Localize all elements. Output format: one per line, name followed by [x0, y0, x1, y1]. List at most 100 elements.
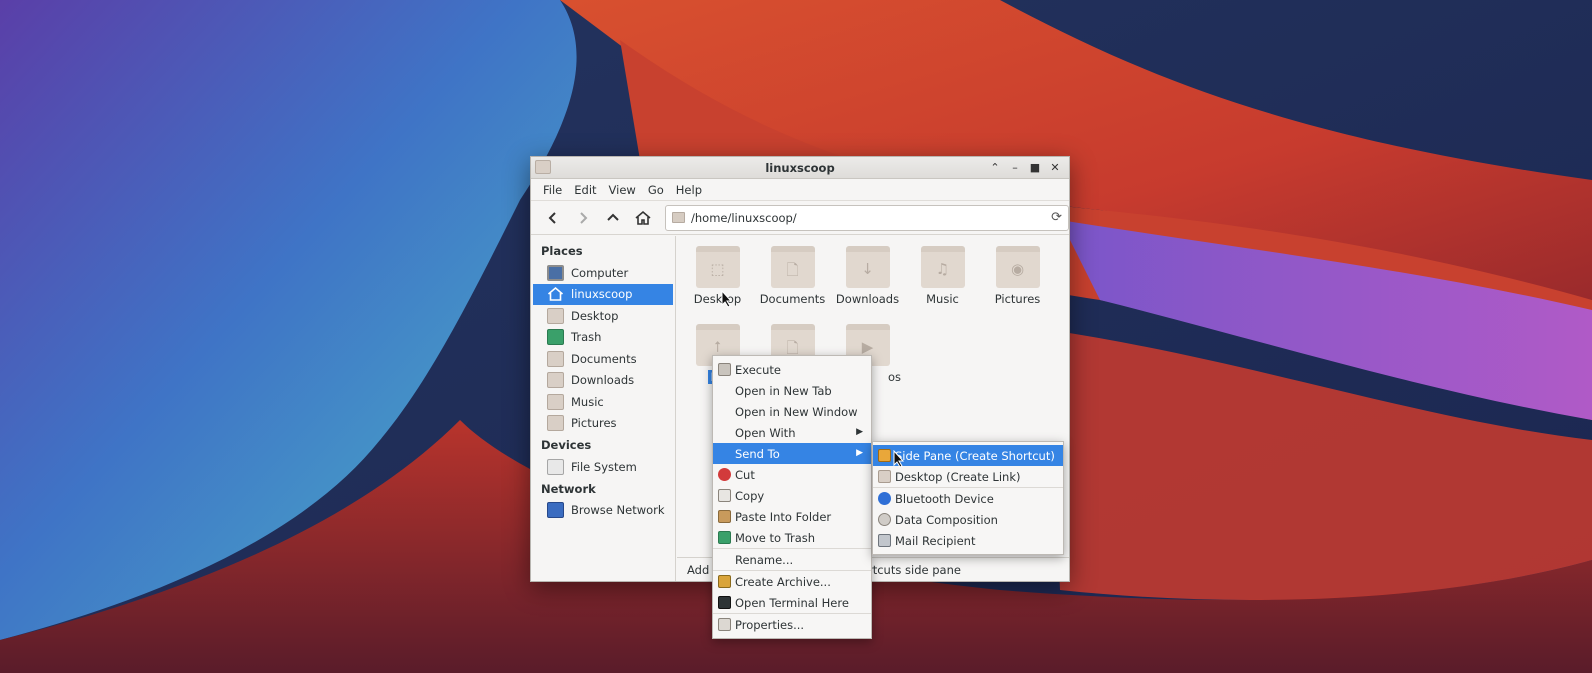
- menu-item-execute[interactable]: Execute: [713, 359, 871, 380]
- network-icon: [547, 502, 564, 519]
- menu-item-send-to[interactable]: Send To ▶: [713, 443, 871, 464]
- location-bar[interactable]: /home/linuxscoop/ ⟳: [665, 204, 1069, 231]
- location-path: /home/linuxscoop/: [691, 210, 797, 225]
- sidebar-item-browse-network[interactable]: Browse Network: [533, 500, 673, 522]
- menu-item-label: Paste Into Folder: [735, 509, 832, 524]
- menu-item-open-with[interactable]: Open With ▶: [713, 422, 871, 443]
- menu-go[interactable]: Go: [642, 183, 670, 197]
- sidebar-item-downloads[interactable]: Downloads: [533, 370, 673, 392]
- menu-item-label: Side Pane (Create Shortcut): [895, 448, 1055, 463]
- drive-icon: [547, 458, 564, 475]
- paste-icon: [718, 510, 731, 523]
- sidebar-heading-network: Network: [541, 481, 596, 496]
- menu-item-create-archive[interactable]: Create Archive...: [713, 571, 871, 592]
- submenu-arrow-icon: ▶: [856, 427, 863, 437]
- menu-item-label: Cut: [735, 467, 755, 482]
- menu-item-label: Copy: [735, 488, 765, 503]
- menu-item-label: Mail Recipient: [895, 533, 976, 548]
- menu-item-label: Move to Trash: [735, 530, 816, 545]
- menu-item-copy[interactable]: Copy: [713, 485, 871, 506]
- sidebar-item-music[interactable]: Music: [533, 391, 673, 413]
- sidebar-item-label: Computer: [571, 265, 629, 280]
- computer-icon: [547, 264, 564, 281]
- minimize-icon: –: [1012, 160, 1018, 174]
- file-item-desktop[interactable]: ⬚ Desktop: [680, 246, 755, 306]
- menu-item-rename[interactable]: Rename...: [713, 549, 871, 570]
- terminal-icon: [718, 596, 731, 609]
- menu-item-label: Open in New Tab: [735, 383, 832, 398]
- menu-item-label: Open With: [735, 425, 796, 440]
- sidebar-item-trash[interactable]: Trash: [533, 327, 673, 349]
- close-icon: ✕: [1050, 160, 1060, 174]
- archive-icon: [718, 575, 731, 588]
- folder-icon: ◉: [995, 246, 1040, 288]
- titlebar[interactable]: linuxscoop ⌃ – ■ ✕: [531, 157, 1069, 179]
- menu-item-open-new-tab[interactable]: Open in New Tab: [713, 380, 871, 401]
- menu-item-mail-recipient[interactable]: Mail Recipient: [873, 530, 1063, 551]
- file-label: Desktop: [693, 292, 742, 306]
- file-item-music[interactable]: ♫ Music: [905, 246, 980, 306]
- file-label: Music: [926, 292, 959, 306]
- sidebar-item-label: Documents: [571, 351, 637, 366]
- back-button[interactable]: [539, 205, 567, 231]
- context-menu: Execute Open in New Tab Open in New Wind…: [712, 355, 872, 639]
- close-button[interactable]: ✕: [1047, 159, 1063, 175]
- menu-item-paste-into-folder[interactable]: Paste Into Folder: [713, 506, 871, 527]
- menu-item-data-composition[interactable]: Data Composition: [873, 509, 1063, 530]
- menu-item-move-to-trash[interactable]: Move to Trash: [713, 527, 871, 548]
- forward-button[interactable]: [569, 205, 597, 231]
- sidebar-item-linuxscoop[interactable]: linuxscoop: [533, 283, 673, 305]
- minimize-button[interactable]: –: [1007, 159, 1023, 175]
- reload-icon[interactable]: ⟳: [1051, 210, 1062, 225]
- menu-file[interactable]: File: [537, 183, 568, 197]
- chevron-up-icon: [607, 213, 619, 221]
- folder-icon: [547, 415, 564, 432]
- copy-icon: [718, 489, 731, 502]
- sidebar-item-label: Trash: [571, 330, 602, 345]
- menu-item-label: Properties...: [735, 617, 805, 632]
- menu-item-label: Bluetooth Device: [895, 491, 994, 506]
- submenu-arrow-icon: ▶: [856, 448, 863, 458]
- sidebar-item-desktop[interactable]: Desktop: [533, 305, 673, 327]
- sidebar-item-label: File System: [571, 459, 637, 474]
- menubar: File Edit View Go Help: [531, 179, 1069, 201]
- folder-icon: [672, 212, 685, 223]
- maximize-button[interactable]: ■: [1027, 159, 1043, 175]
- sidebar: Places Computer linuxscoop Desktop Trash…: [531, 236, 676, 581]
- mouse-cursor-icon: [893, 450, 905, 468]
- file-item-pictures[interactable]: ◉ Pictures: [980, 246, 1055, 306]
- menu-item-desktop-link[interactable]: Desktop (Create Link): [873, 466, 1063, 487]
- menu-item-label: Data Composition: [895, 512, 998, 527]
- status-text-right: rtcuts side pane: [868, 563, 961, 577]
- sidebar-item-documents[interactable]: Documents: [533, 348, 673, 370]
- gears-icon: [718, 363, 731, 376]
- up-button[interactable]: [599, 205, 627, 231]
- menu-item-cut[interactable]: Cut: [713, 464, 871, 485]
- menu-item-open-terminal[interactable]: Open Terminal Here: [713, 592, 871, 613]
- menu-item-bluetooth[interactable]: Bluetooth Device: [873, 488, 1063, 509]
- sidebar-item-computer[interactable]: Computer: [533, 262, 673, 284]
- shade-button[interactable]: ⌃: [987, 159, 1003, 175]
- home-icon: [635, 210, 651, 225]
- home-button[interactable]: [629, 205, 657, 231]
- menu-view[interactable]: View: [603, 183, 642, 197]
- sidebar-item-label: Desktop: [571, 308, 619, 323]
- maximize-icon: ■: [1029, 160, 1041, 174]
- sidebar-item-pictures[interactable]: Pictures: [533, 413, 673, 435]
- menu-help[interactable]: Help: [670, 183, 708, 197]
- sidebar-heading-places: Places: [541, 244, 583, 258]
- menu-item-label: Open in New Window: [735, 404, 858, 419]
- menu-item-open-new-window[interactable]: Open in New Window: [713, 401, 871, 422]
- file-item-documents[interactable]: 🗋 Documents: [755, 246, 830, 306]
- menu-item-label: Open Terminal Here: [735, 595, 849, 610]
- menu-item-properties[interactable]: Properties...: [713, 614, 871, 635]
- menu-item-label: Rename...: [735, 552, 794, 567]
- folder-icon: [547, 393, 564, 410]
- menu-edit[interactable]: Edit: [568, 183, 602, 197]
- properties-icon: [718, 618, 731, 631]
- sidebar-item-label: Browse Network: [571, 503, 665, 518]
- toolbar: /home/linuxscoop/ ⟳: [531, 201, 1069, 235]
- sidebar-item-label: Music: [571, 394, 604, 409]
- file-item-downloads[interactable]: ↓ Downloads: [830, 246, 905, 306]
- sidebar-item-file-system[interactable]: File System: [533, 456, 673, 478]
